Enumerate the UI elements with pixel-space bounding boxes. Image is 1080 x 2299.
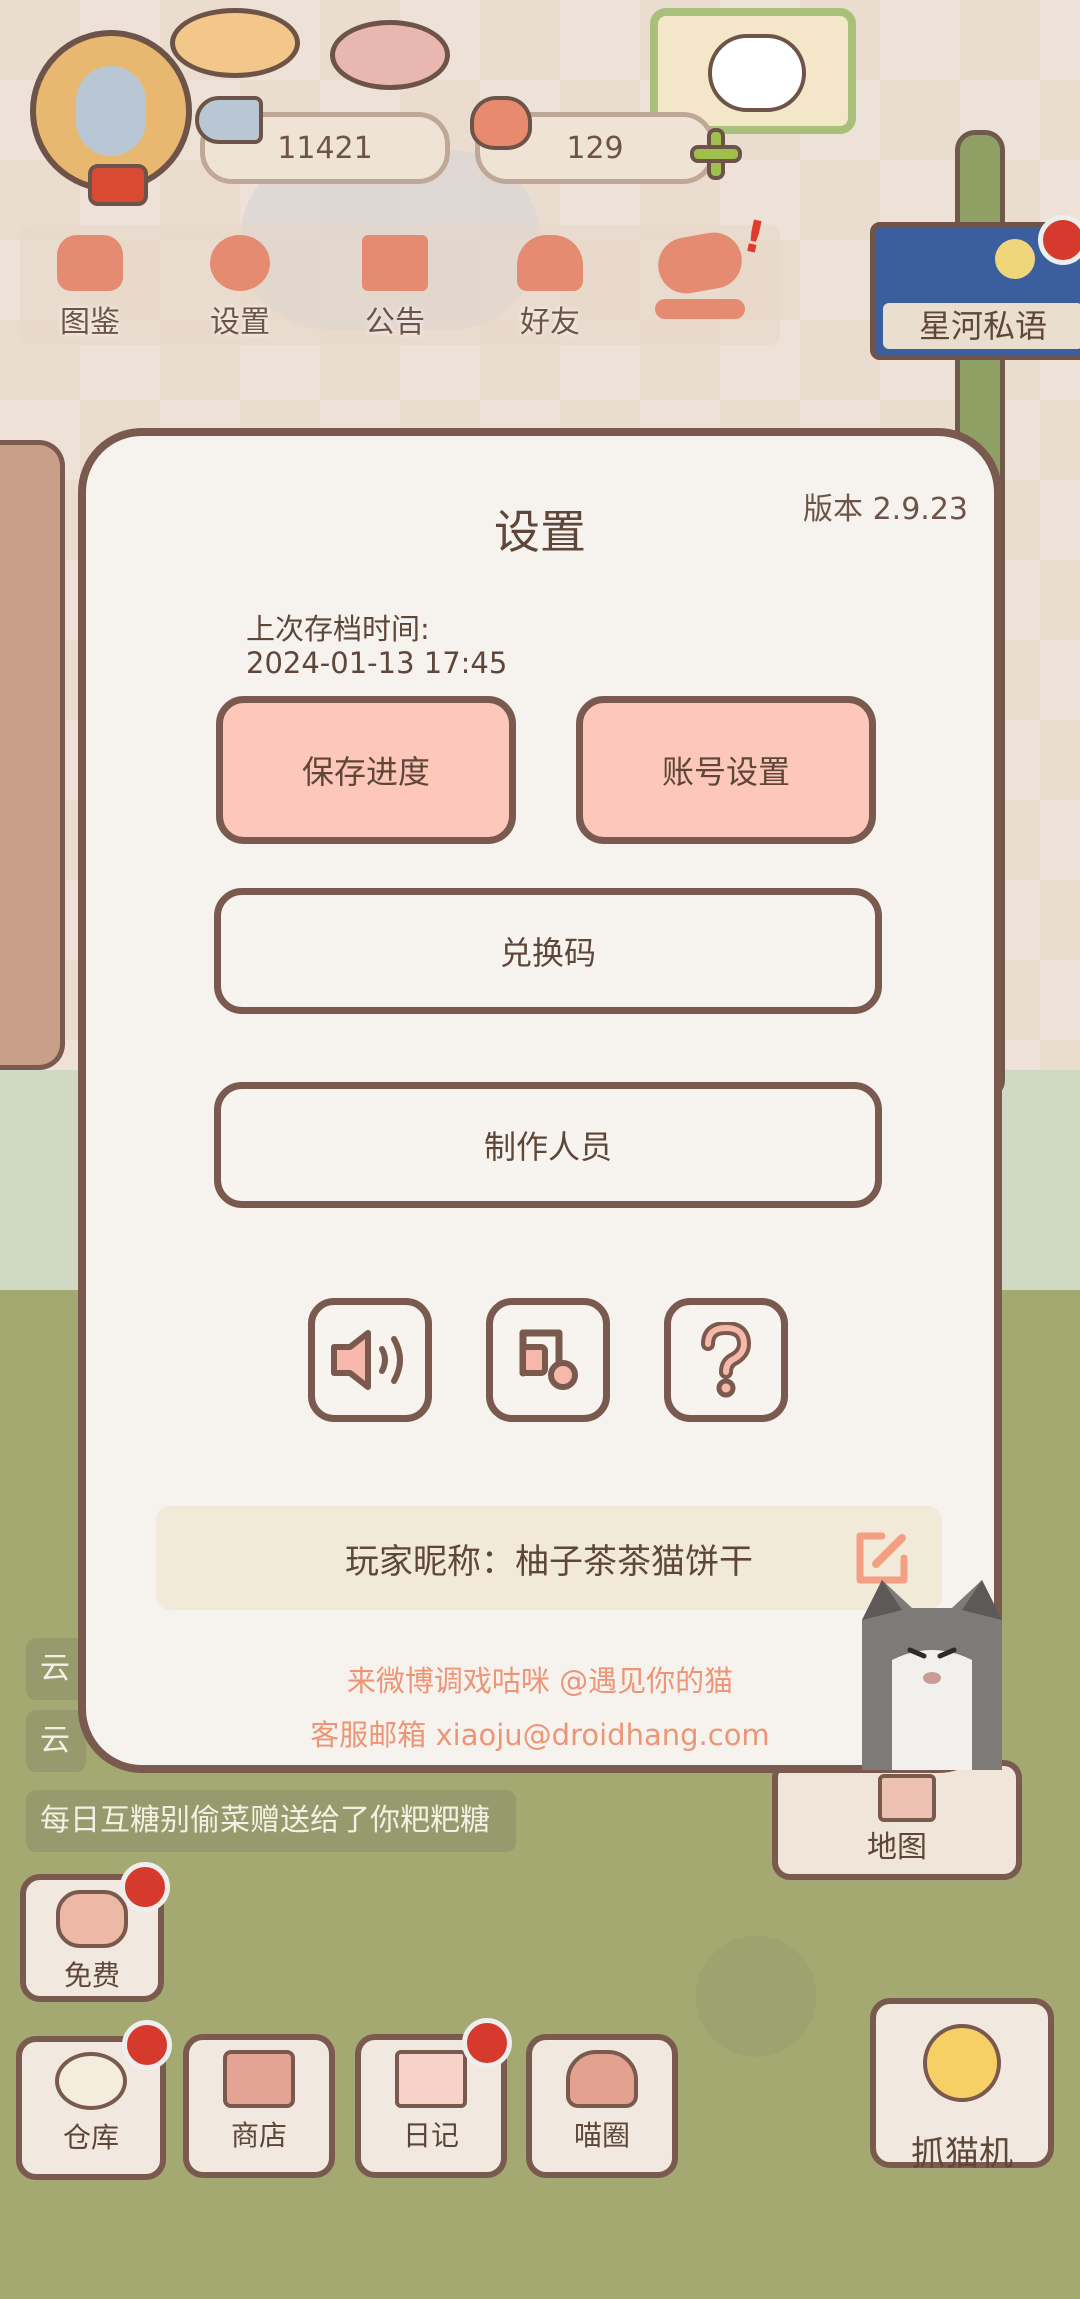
paw-heart-icon xyxy=(653,228,747,298)
version-label: 版本 2.9.23 xyxy=(803,492,968,527)
account-settings-button[interactable]: 账号设置 xyxy=(576,696,876,844)
diary-icon xyxy=(395,2050,467,2108)
cat-planet-icon xyxy=(566,2050,638,2108)
menu-label: 好友 xyxy=(520,305,580,340)
feed-message: 每日互糖别偷菜赠送给了你粑粑糖 xyxy=(26,1790,516,1852)
save-progress-button[interactable]: 保存进度 xyxy=(216,696,516,844)
claw-machine-button[interactable]: 抓猫机 xyxy=(870,1998,1054,2174)
diary-label: 日记 xyxy=(402,2119,459,2152)
menu-label: 图鉴 xyxy=(60,305,120,340)
house-icon xyxy=(878,1774,936,1822)
fish-count: 11421 xyxy=(277,130,373,166)
menu-label: 公告 xyxy=(365,305,425,340)
sound-toggle-button[interactable] xyxy=(308,1298,432,1422)
starry-sign-label: 星河私语 xyxy=(883,303,1080,349)
claw-label: 抓猫机 xyxy=(911,2134,1013,2174)
feed-message: 云 xyxy=(26,1638,86,1700)
shop-icon xyxy=(223,2050,295,2108)
food-bowl-decoration xyxy=(330,20,450,90)
heart-icon xyxy=(56,1890,128,1948)
menu-item-announcement[interactable]: 公告 xyxy=(335,235,455,341)
cat-circle-button[interactable]: 喵圈 xyxy=(526,2034,678,2178)
notification-badge xyxy=(1038,215,1080,265)
question-icon xyxy=(701,1322,752,1398)
redeem-code-button[interactable]: 兑换码 xyxy=(214,888,882,1014)
friends-icon xyxy=(517,235,583,291)
bow-icon xyxy=(88,164,148,206)
food-bowl-decoration xyxy=(170,8,300,78)
fish-icon xyxy=(195,96,263,144)
notification-badge xyxy=(462,2018,512,2068)
menu-item-catalog[interactable]: 图鉴 xyxy=(30,235,150,341)
music-note-icon xyxy=(519,1329,578,1390)
notification-badge xyxy=(122,2020,172,2070)
heart-icon xyxy=(470,96,532,150)
menu-label: 设置 xyxy=(210,305,270,340)
storage-icon xyxy=(55,2052,127,2110)
feed-message: 云 xyxy=(26,1710,86,1772)
map-button[interactable]: 地图 xyxy=(772,1760,1022,1880)
last-save-label: 上次存档时间: xyxy=(246,612,430,646)
map-label: 地图 xyxy=(867,1830,927,1865)
last-save-time: 2024-01-13 17:45 xyxy=(246,646,508,680)
player-nickname: 玩家昵称：柚子茶茶猫饼干 xyxy=(345,1541,753,1582)
circle-label: 喵圈 xyxy=(573,2119,630,2152)
credits-button[interactable]: 制作人员 xyxy=(214,1082,882,1208)
claw-icon xyxy=(923,2024,1001,2102)
storage-label: 仓库 xyxy=(62,2121,119,2154)
cat-photo-sticker xyxy=(862,1580,1002,1770)
help-button[interactable] xyxy=(664,1298,788,1422)
add-currency-plus-icon[interactable] xyxy=(690,128,742,180)
gift-icon xyxy=(362,235,428,291)
free-label: 免费 xyxy=(63,1959,120,1992)
menu-item-friends[interactable]: 好友 xyxy=(490,235,610,341)
left-shelf-decoration xyxy=(0,440,65,1070)
player-avatar[interactable] xyxy=(30,30,192,206)
cat-head-icon xyxy=(57,235,123,291)
nickname-bar: 玩家昵称：柚子茶茶猫饼干 xyxy=(156,1506,942,1610)
shop-label: 商店 xyxy=(230,2119,287,2152)
edit-icon[interactable] xyxy=(852,1528,912,1588)
gear-icon xyxy=(210,235,270,291)
moon-icon xyxy=(995,239,1035,279)
menu-item-settings[interactable]: 设置 xyxy=(180,235,300,341)
music-toggle-button[interactable] xyxy=(486,1298,610,1422)
heart-count: 129 xyxy=(566,130,624,166)
notification-badge xyxy=(120,1862,170,1912)
speaker-icon xyxy=(331,1330,403,1390)
shop-button[interactable]: 商店 xyxy=(183,2034,335,2178)
progress-bar xyxy=(655,299,745,319)
settings-dialog: 设置 版本 2.9.23 上次存档时间: 2024-01-13 17:45 保存… xyxy=(78,428,1002,1773)
